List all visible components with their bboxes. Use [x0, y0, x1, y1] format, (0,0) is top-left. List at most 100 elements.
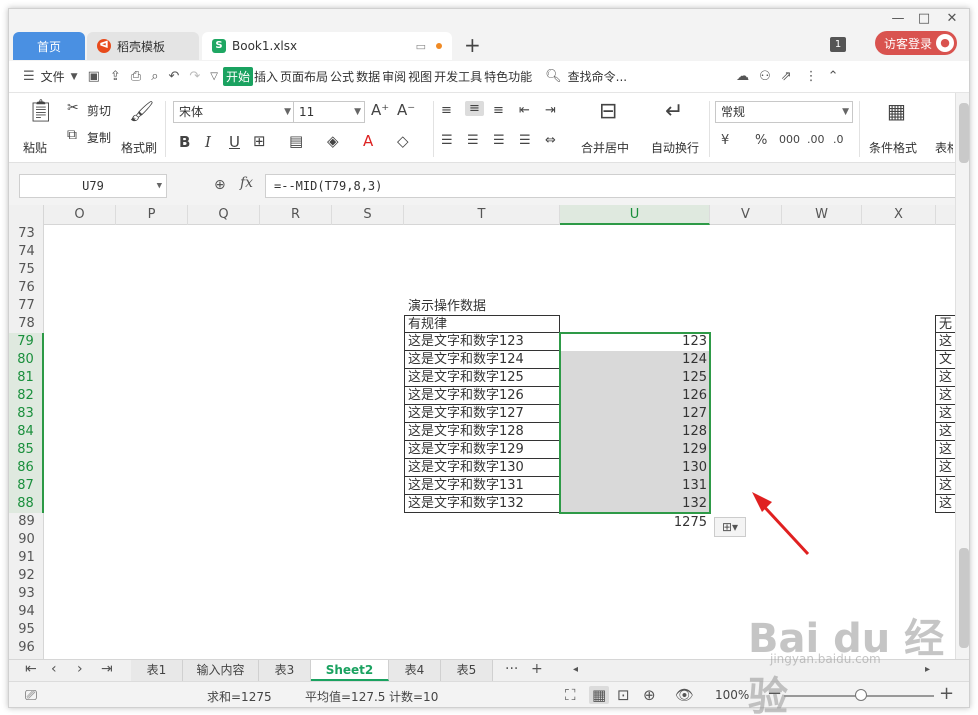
row-header-96[interactable]: 96 [9, 639, 44, 657]
menu-formulas[interactable]: 公式 [329, 68, 355, 85]
row-header-74[interactable]: 74 [9, 243, 44, 261]
new-tab-button[interactable]: + [464, 33, 481, 57]
table-row-right-text[interactable]: 这 [935, 459, 955, 477]
table-row-text[interactable]: 这是文字和数字126 [404, 387, 560, 405]
column-header-o[interactable]: O [44, 205, 116, 225]
minimize-button[interactable]: — [887, 11, 909, 26]
copy-button[interactable]: 复制 [87, 129, 111, 146]
column-header-x[interactable]: X [862, 205, 936, 225]
menu-home-tab[interactable]: 开始 [223, 67, 254, 86]
row-header-81[interactable]: 81 [9, 369, 44, 387]
h-scroll-left-icon[interactable]: ◂ [573, 664, 578, 675]
collaborate-icon[interactable]: ⚇ [759, 69, 771, 84]
font-name-select[interactable]: 宋体 ▼ [173, 101, 295, 123]
format-painter-button[interactable]: 格式刷 [121, 139, 157, 156]
ribbon-scroll-thumb[interactable] [959, 103, 969, 163]
sheet-tab-3[interactable]: 表3 [259, 660, 311, 681]
row-header-91[interactable]: 91 [9, 549, 44, 567]
table-row-text[interactable]: 这是文字和数字125 [404, 369, 560, 387]
row-header-92[interactable]: 92 [9, 567, 44, 585]
table-row-value[interactable]: 125 [560, 369, 710, 387]
column-header-s[interactable]: S [332, 205, 404, 225]
italic-icon[interactable]: I [205, 133, 211, 151]
sheet-tab-2[interactable]: 输入内容 [183, 660, 259, 681]
table-row-right-text[interactable]: 这 [935, 369, 955, 387]
merge-center-icon[interactable]: ⊟ [599, 99, 617, 124]
number-format-select[interactable]: 常规 ▼ [715, 101, 853, 123]
table-row-value[interactable]: 130 [560, 459, 710, 477]
undo-icon[interactable]: ↶ [168, 69, 179, 84]
export-icon[interactable]: ⇪ [110, 69, 121, 84]
tab-docer-templates[interactable]: ᐊ 稻壳模板 [87, 32, 199, 60]
maximize-button[interactable]: □ [913, 11, 935, 26]
table-row-right-text[interactable]: 这 [935, 477, 955, 495]
table-row-value[interactable]: 123 [560, 333, 710, 351]
last-sheet-icon[interactable]: ⇥ [101, 661, 113, 677]
font-color-icon[interactable]: A [363, 132, 373, 150]
justify-icon[interactable]: ☰ [519, 133, 531, 148]
reading-layout-icon[interactable]: ⊕ [643, 686, 656, 704]
window-count-badge[interactable]: 1 [830, 37, 846, 52]
select-all-corner[interactable] [9, 205, 44, 225]
bold-icon[interactable]: B [179, 133, 190, 151]
format-painter-icon[interactable]: 🖌︎ [129, 99, 154, 123]
table-row-value[interactable]: 131 [560, 477, 710, 495]
cell-right-header[interactable]: 无 [935, 315, 955, 333]
search-icon[interactable]: 🔍︎ [545, 69, 562, 84]
close-button[interactable]: ✕ [941, 11, 963, 26]
menu-view[interactable]: 视图 [407, 68, 433, 85]
more-options-icon[interactable]: ⋮ [805, 69, 818, 84]
align-center-icon[interactable]: ☰ [467, 133, 479, 148]
name-box[interactable]: U79 ▼ [19, 174, 167, 198]
table-row-right-text[interactable]: 这 [935, 387, 955, 405]
table-row-value[interactable]: 128 [560, 423, 710, 441]
fullscreen-icon[interactable]: ⛶ [565, 686, 576, 704]
conditional-format-button[interactable]: 条件格式 [869, 139, 917, 156]
align-top-icon[interactable]: ≡ [441, 103, 452, 118]
table-row-value[interactable]: 132 [560, 495, 710, 513]
copy-icon[interactable]: ⧉ [67, 127, 77, 143]
row-header-76[interactable]: 76 [9, 279, 44, 297]
row-header-79[interactable]: 79 [9, 333, 44, 351]
redo-icon[interactable]: ↷ [189, 69, 200, 84]
table-row-value[interactable]: 129 [560, 441, 710, 459]
indent-icon[interactable]: ⇥ [545, 103, 556, 118]
clear-format-icon[interactable]: ◇ [397, 132, 409, 150]
row-header-85[interactable]: 85 [9, 441, 44, 459]
tab-home[interactable]: 首页 [13, 32, 85, 60]
wrap-text-button[interactable]: 自动换行 [651, 139, 699, 156]
cell-total[interactable]: 1275 [560, 514, 710, 532]
table-row-right-text[interactable]: 这 [935, 423, 955, 441]
table-row-value[interactable]: 127 [560, 405, 710, 423]
align-left-icon[interactable]: ☰ [441, 133, 453, 148]
table-row-right-text[interactable]: 这 [935, 441, 955, 459]
table-row-text[interactable]: 这是文字和数字128 [404, 423, 560, 441]
table-row-value[interactable]: 124 [560, 351, 710, 369]
table-row-value[interactable]: 126 [560, 387, 710, 405]
wrap-text-icon[interactable]: ↵ [665, 99, 683, 124]
table-row-text[interactable]: 这是文字和数字131 [404, 477, 560, 495]
table-row-text[interactable]: 这是文字和数字130 [404, 459, 560, 477]
row-header-80[interactable]: 80 [9, 351, 44, 369]
merge-center-button[interactable]: 合并居中 [581, 139, 629, 156]
spreadsheet-grid[interactable]: OPQRSTUVWX 73 74 75 76 77 78 79 80 81 82 83 84 85 86 8… [9, 205, 955, 659]
cell-header[interactable]: 有规律 [404, 315, 560, 333]
font-size-select[interactable]: 11 ▼ [293, 101, 365, 123]
magnifier-icon[interactable]: ⊕ [214, 177, 226, 193]
column-header-p[interactable]: P [116, 205, 188, 225]
more-quick-access-icon[interactable]: ▽ [210, 71, 218, 82]
row-header-77[interactable]: 77 [9, 297, 44, 315]
next-sheet-icon[interactable]: › [77, 661, 83, 677]
eye-protection-icon[interactable]: 👁︎ [675, 686, 694, 704]
row-header-82[interactable]: 82 [9, 387, 44, 405]
search-command[interactable]: 查找命令... [567, 68, 628, 85]
table-row-right-text[interactable]: 这 [935, 333, 955, 351]
row-header-84[interactable]: 84 [9, 423, 44, 441]
row-header-86[interactable]: 86 [9, 459, 44, 477]
cloud-icon[interactable]: ☁ [736, 69, 749, 84]
row-header-90[interactable]: 90 [9, 531, 44, 549]
table-row-right-text[interactable]: 这 [935, 405, 955, 423]
share-icon[interactable]: ⇗ [781, 69, 792, 84]
row-header-94[interactable]: 94 [9, 603, 44, 621]
column-header-r[interactable]: R [260, 205, 332, 225]
